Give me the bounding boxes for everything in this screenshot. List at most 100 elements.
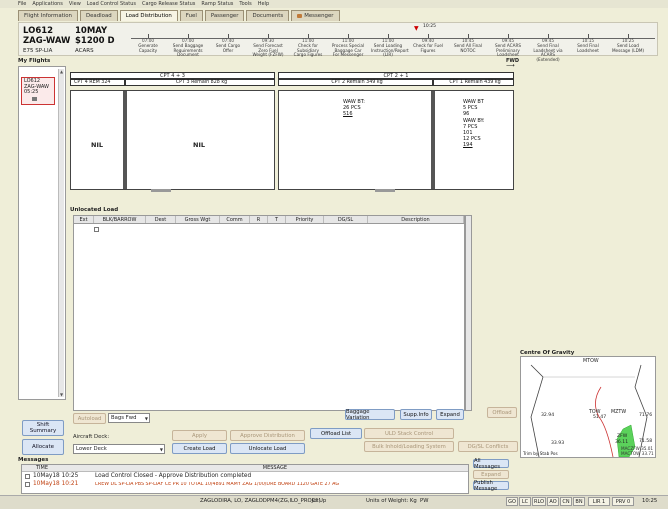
column-header[interactable]: BLK/BARROW (94, 216, 146, 223)
aft-hold[interactable]: NIL NIL (70, 90, 275, 192)
all-messages-button[interactable]: All Messages (473, 458, 509, 470)
tab-documents[interactable]: Documents (246, 10, 290, 21)
flight-card[interactable]: LO612 ZAG-WAW 05:25 (21, 77, 55, 105)
milestone[interactable]: 11:00 Process Special Baggage Car For Mes… (331, 34, 365, 58)
messages-table[interactable]: TIME MESSAGE 10May18 10:25 Load Control … (21, 464, 469, 494)
menu-cargo-release-status[interactable]: Cargo Release Status (142, 1, 195, 7)
status-clock: 10:25 (642, 498, 658, 504)
column-header[interactable]: T (268, 216, 286, 223)
column-header[interactable]: Ext (74, 216, 94, 223)
column-header[interactable]: Description (368, 216, 464, 223)
milestone-timeline: ▼ 10:25 07:00 Generate Capacity 07:00 Send… (131, 24, 655, 62)
milestone[interactable]: 07:40 Send Cargo Offer (211, 34, 245, 53)
message-checkbox[interactable] (25, 473, 30, 479)
milestone-label: Generate Capacity (138, 42, 158, 53)
tab-fuel[interactable]: Fuel (179, 10, 203, 21)
column-header[interactable]: R (250, 216, 268, 223)
uld-stack-control-button[interactable]: ULD Stack Control (364, 428, 454, 439)
milestone[interactable]: 09:40 Check for Fuel Figures (411, 34, 445, 53)
messenger-icon (297, 14, 303, 18)
my-flights-scrollbar[interactable] (58, 69, 64, 397)
milestone[interactable]: 11:00 Send Loading Instruction/Report (LI… (371, 34, 409, 58)
table-header: TIME MESSAGE (22, 465, 468, 472)
menu-help[interactable]: Help (258, 1, 269, 7)
milestone[interactable]: 10:45 Send All Final NOTOC (451, 34, 485, 53)
menu-ramp-status[interactable]: Ramp Status (201, 1, 233, 7)
message-row[interactable]: 10May18 10:25 Load Control Closed - Appr… (22, 472, 468, 480)
milestone-label: Send Forecast Zero Fuel Weight (FZFW) (252, 42, 284, 58)
cog-value-left-b: 33.93 (551, 441, 565, 446)
offload-button[interactable]: Offload (487, 407, 517, 418)
milestone[interactable]: 11:00 Check for Subsidiary Cargo Figures (291, 34, 325, 58)
milestone[interactable]: 09:30 Send Forecast Zero Fuel Weight (FZF… (251, 34, 285, 58)
supp-info-button[interactable]: Supp.Info (400, 409, 432, 420)
unlocated-load-table[interactable]: Ext BLK/BARROW Dest Gross Wgt Comm R T P… (73, 215, 465, 411)
unlocated-load-scrollbar[interactable] (465, 215, 472, 411)
approve-distribution-button[interactable]: Approve Distribution (230, 430, 305, 441)
milestone-label: Send Loading Instruction/Report (LIR) (371, 42, 409, 58)
tab-flight-information[interactable]: Flight Information (18, 10, 78, 21)
cog-tow-value: 51.47 (593, 415, 607, 420)
status-indicator: RLO (532, 497, 546, 506)
hold-resize-handle[interactable] (375, 189, 395, 192)
milestone[interactable]: 07:00 Generate Capacity (131, 34, 165, 53)
tab-label: Passenger (210, 13, 239, 19)
baggage-variation-button[interactable]: Baggage Variation (345, 409, 395, 421)
milestone-label: Process Special Baggage Car For Messenge… (331, 42, 365, 58)
publish-message-button[interactable]: Publish Message (473, 480, 509, 492)
cpt1-remaining: CPT 1 Remain 439 kg (433, 79, 514, 86)
message-time: 10May18 10:25 (33, 473, 79, 479)
milestone[interactable]: 09:45 Send Final Loadsheet via ACARS (Ext… (531, 34, 565, 63)
expand-button[interactable]: Expand (436, 409, 464, 420)
flight-card-time: 05:25 (24, 89, 39, 96)
tab-passenger[interactable]: Passenger (204, 10, 245, 21)
column-header[interactable]: Comm (220, 216, 250, 223)
apply-button[interactable]: Apply (172, 430, 227, 441)
message-row[interactable]: 10May18 10:21 CREW DL SP-LIA PBS SP-LIAF… (22, 480, 468, 488)
unlocate-load-button[interactable]: Unlocate Load (230, 443, 305, 454)
status-indicator: CN (560, 497, 572, 506)
autoload-button[interactable]: Autoload (73, 413, 106, 424)
cpt2-content[interactable]: WAW BT: 26 PCS 516 (343, 99, 365, 118)
column-header[interactable]: TIME (22, 465, 82, 471)
milestone[interactable]: 10:25 Send Load Message (LDM) (611, 34, 645, 53)
milestone[interactable]: 09:45 Send ACARS Preliminary Loadsheet (491, 34, 525, 58)
column-header[interactable]: Priority (286, 216, 324, 223)
menu-tools[interactable]: Tools (239, 1, 251, 7)
fwd-hold[interactable]: WAW BT: 26 PCS 516 WAW BT 5 PCS 96 WAW B… (278, 90, 514, 192)
menu-applications[interactable]: Applications (32, 1, 63, 7)
hold-resize-handle[interactable] (151, 189, 171, 192)
column-header[interactable]: DG/SL (324, 216, 368, 223)
tab-load-distribution[interactable]: Load Distribution (119, 10, 178, 21)
column-header[interactable]: Dest (146, 216, 176, 223)
cog-mztw-label: MZTW (611, 410, 627, 415)
message-checkbox[interactable] (25, 481, 30, 487)
tab-deadload[interactable]: Deadload (79, 10, 118, 21)
mail-icon (32, 96, 37, 101)
shift-summary-button[interactable]: Shift Summary (22, 420, 64, 436)
cog-zfw-value: 36.11 (615, 440, 629, 445)
menu-view[interactable]: View (69, 1, 81, 7)
row-checkbox[interactable] (94, 227, 99, 232)
menu-load-control-status[interactable]: Load Control Status (87, 1, 136, 7)
menu-file[interactable]: File (18, 1, 26, 7)
dg-sl-conflicts-button[interactable]: DG/SL Conflicts (458, 441, 518, 452)
offload-list-button[interactable]: Offload List (310, 428, 362, 439)
aircraft-deck-select[interactable]: Lower Deck ▼ (73, 444, 165, 454)
milestone[interactable]: 07:00 Send Baggage Requirements Document (171, 34, 205, 58)
column-header[interactable]: Gross Wgt (176, 216, 220, 223)
messages-expand-button[interactable]: Expand (473, 470, 509, 479)
table-header: Ext BLK/BARROW Dest Gross Wgt Comm R T P… (74, 216, 464, 224)
cpt1-content[interactable]: WAW BT 5 PCS 96 WAW BY: 7 PCS 101 12 PCS… (463, 99, 485, 149)
milestone-label: Send All Final NOTOC (453, 42, 483, 53)
create-load-button[interactable]: Create Load (172, 443, 227, 454)
status-indicator: PRV 0 (612, 497, 634, 506)
tab-messenger[interactable]: Messenger (291, 10, 340, 21)
bags-fwd-select[interactable]: Bags Fwd ▼ (108, 413, 150, 423)
cpt3-content: NIL (193, 141, 206, 149)
bulk-inhold-loading-system-button[interactable]: Bulk Inhold/Loading System (364, 441, 454, 452)
column-header[interactable]: MESSAGE (82, 465, 468, 471)
milestone-label: Send Baggage Requirements Document (172, 42, 204, 58)
allocate-button[interactable]: Allocate (22, 439, 64, 455)
milestone[interactable]: 10:15 Send Final Loadsheet (571, 34, 605, 53)
